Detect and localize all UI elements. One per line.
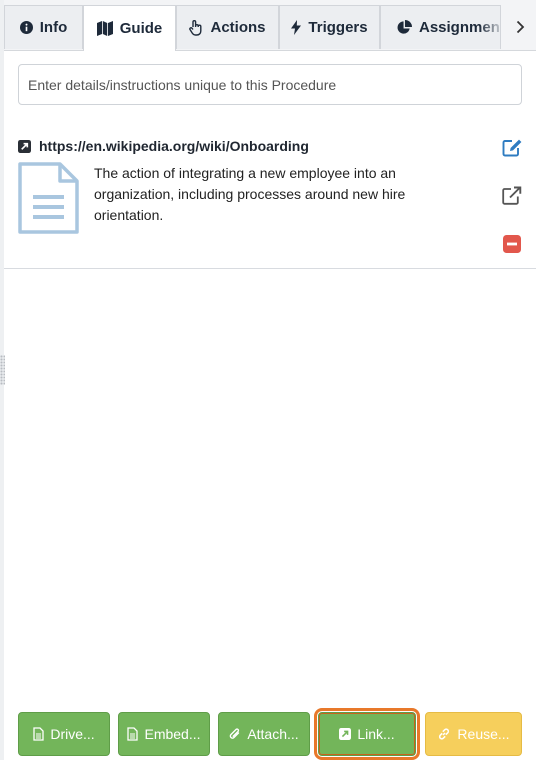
tab-scroll-next-button[interactable] [501, 5, 536, 49]
link-button[interactable]: Link... [314, 708, 420, 760]
external-link-icon [502, 186, 522, 205]
link-description: The action of integrating a new employee… [94, 165, 406, 223]
link-url[interactable]: https://en.wikipedia.org/wiki/Onboarding [39, 138, 309, 154]
info-icon [19, 21, 33, 34]
attach-button-label: Attach... [247, 726, 299, 742]
instructions-input[interactable] [18, 64, 522, 105]
paperclip-icon [230, 728, 240, 739]
tab-guide-label: Guide [119, 20, 163, 37]
remove-link-button[interactable] [501, 233, 523, 255]
tab-actions-label: Actions [210, 19, 266, 36]
resize-grip-handle[interactable] [0, 355, 5, 385]
tab-actions[interactable]: Actions [176, 5, 279, 49]
edit-link-button[interactable] [501, 136, 523, 158]
tab-assignment[interactable]: Assignment [380, 5, 501, 49]
document-icon [127, 727, 139, 741]
link-header: https://en.wikipedia.org/wiki/Onboarding [18, 138, 309, 154]
document-icon [18, 162, 79, 234]
chevron-right-icon [516, 20, 525, 34]
external-link-square-icon [18, 139, 31, 153]
embed-button-label: Embed... [144, 726, 201, 742]
tab-assignment-label: Assignment [419, 19, 501, 36]
tab-triggers-label: Triggers [308, 19, 368, 36]
link-chain-icon [439, 728, 450, 740]
drive-button[interactable]: Drive... [18, 712, 110, 756]
open-link-button[interactable] [501, 184, 523, 206]
embed-button[interactable]: Embed... [118, 712, 210, 756]
tab-guide[interactable]: Guide [83, 5, 176, 51]
drive-button-label: Drive... [50, 726, 95, 742]
edit-icon [502, 139, 521, 156]
pointer-hand-icon [189, 19, 202, 36]
attach-button[interactable]: Attach... [218, 712, 310, 756]
minus-square-icon [503, 235, 521, 253]
tab-info[interactable]: Info [4, 5, 83, 49]
link-item: https://en.wikipedia.org/wiki/Onboarding… [4, 128, 536, 269]
reuse-button[interactable]: Reuse... [425, 712, 522, 756]
tab-triggers[interactable]: Triggers [279, 5, 380, 49]
pie-chart-icon [397, 20, 412, 34]
tab-info-label: Info [39, 19, 68, 36]
document-icon [33, 727, 44, 741]
lightning-icon [291, 20, 302, 35]
tab-bar: Info Guide Actions Triggers Assignment [4, 0, 536, 51]
link-button-label: Link... [357, 726, 395, 742]
map-icon [96, 21, 113, 36]
external-link-square-icon [339, 728, 352, 740]
reuse-button-label: Reuse... [457, 726, 510, 742]
